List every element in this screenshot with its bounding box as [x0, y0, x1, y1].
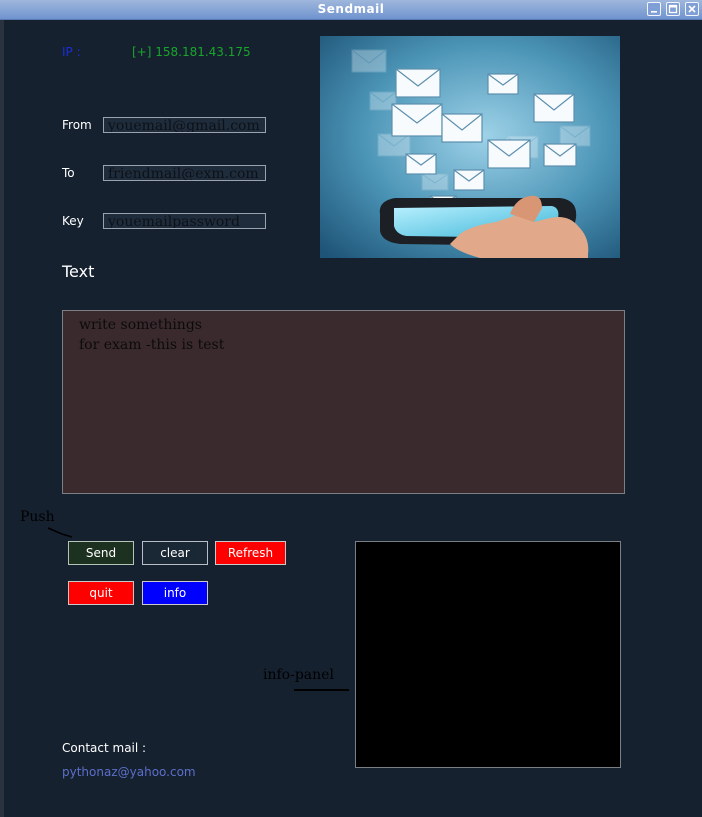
info-button[interactable]: info [142, 581, 208, 605]
key-label: Key [62, 214, 84, 228]
key-field[interactable]: youemailpassword [103, 213, 266, 229]
ip-value: [+] 158.181.43.175 [132, 45, 251, 59]
minimize-icon[interactable] [647, 2, 661, 16]
send-button[interactable]: Send [68, 541, 134, 565]
refresh-button[interactable]: Refresh [215, 541, 286, 565]
to-field[interactable]: friendmail@exm.com [103, 165, 266, 181]
message-line: write somethings [79, 317, 202, 333]
clear-button[interactable]: clear [142, 541, 208, 565]
info-panel [355, 541, 621, 768]
text-label: Text [62, 262, 95, 281]
message-text-area[interactable]: write somethings for exam -this is test [62, 310, 625, 494]
title-bar[interactable]: Sendmail [0, 0, 702, 20]
info-panel-annotation-line [294, 689, 349, 691]
from-label: From [62, 118, 92, 132]
quit-button[interactable]: quit [68, 581, 134, 605]
window-title: Sendmail [317, 2, 385, 16]
to-label: To [62, 166, 75, 180]
contact-label: Contact mail : [62, 741, 147, 755]
ip-label: IP : [62, 45, 81, 59]
email-phone-illustration [320, 36, 620, 258]
contact-email: pythonaz@yahoo.com [62, 765, 196, 779]
push-annotation-line [47, 527, 73, 538]
info-panel-annotation: info-panel [263, 667, 334, 683]
sendmail-window: Sendmail IP : [+] 158.181.43.175 From yo… [0, 0, 702, 817]
from-field[interactable]: youemail@gmail.com [103, 117, 266, 133]
close-icon[interactable] [685, 2, 699, 16]
maximize-icon[interactable] [666, 2, 680, 16]
message-line: for exam -this is test [79, 337, 225, 353]
